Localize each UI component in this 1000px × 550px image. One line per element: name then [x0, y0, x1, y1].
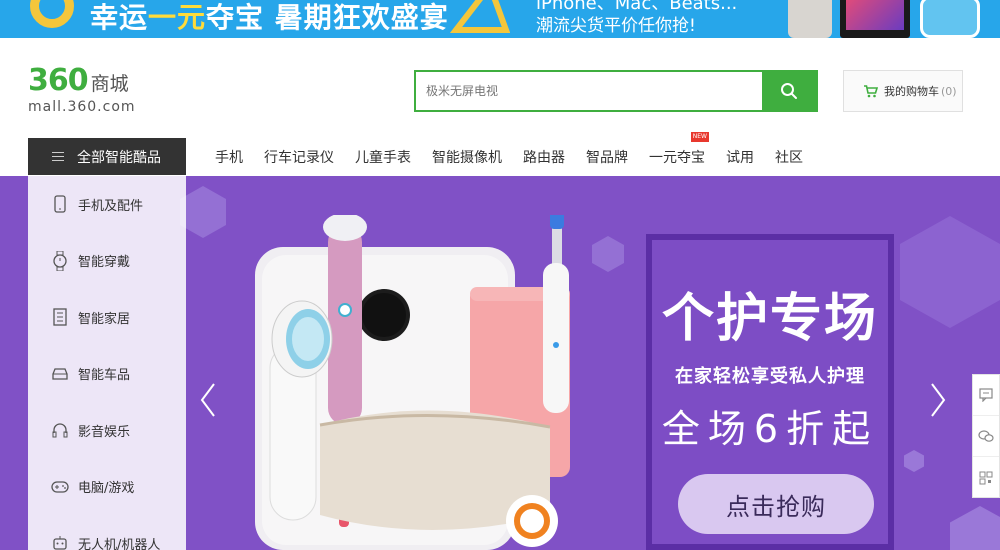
promo-products-image: [780, 0, 1000, 38]
search-input[interactable]: [416, 72, 762, 110]
nav-link-router[interactable]: 路由器: [523, 147, 565, 167]
sidebar-item-smart-home[interactable]: 智能家居: [28, 289, 186, 346]
feedback-icon: [979, 388, 993, 402]
watch-icon: [50, 250, 70, 271]
hexagon-decoration: [950, 506, 1000, 550]
promo-headline-event: 暑期狂欢盛宴: [274, 1, 449, 34]
qr-code-button[interactable]: [973, 457, 999, 498]
nav-link-camera[interactable]: 智能摄像机: [432, 147, 502, 167]
chat-button[interactable]: [973, 416, 999, 457]
promo-discount: 全场6折起: [661, 407, 879, 451]
sidebar-item-label: 智能穿戴: [78, 255, 131, 271]
logo-number: 360: [28, 63, 89, 98]
promo-decoration: [30, 0, 74, 28]
sidebar-item-car[interactable]: 智能车品: [28, 346, 186, 403]
nav-link-trial[interactable]: 试用: [726, 147, 754, 167]
search-button[interactable]: [762, 72, 816, 110]
hexagon-decoration: [900, 216, 1000, 328]
headphones-icon: [50, 420, 70, 440]
sidebar-item-wearables[interactable]: 智能穿戴: [28, 233, 186, 290]
all-categories-button[interactable]: 全部智能酷品: [28, 138, 186, 175]
nav-link-dashcam[interactable]: 行车记录仪: [264, 147, 334, 167]
category-sidebar: 手机及配件 智能穿戴 智能家居 智能车品 影音娱乐 电脑/游戏 无人机/机器人: [28, 176, 186, 550]
site-logo[interactable]: 360 商城 mall.360.com: [28, 63, 148, 116]
menu-icon: [52, 149, 64, 164]
triangle-decoration: [450, 0, 510, 33]
logo-text: 商城: [90, 73, 129, 95]
sidebar-item-label: 影音娱乐: [78, 424, 131, 440]
search-icon: [781, 83, 797, 99]
nav-link-phone[interactable]: 手机: [215, 147, 243, 167]
new-badge: NEW: [690, 131, 709, 142]
promo-title: 个护专场: [661, 289, 878, 349]
sidebar-item-drones[interactable]: 无人机/机器人: [28, 515, 186, 550]
personal-care-products-image: [255, 215, 570, 550]
car-icon: [50, 364, 70, 384]
phone-icon: [50, 194, 70, 214]
sidebar-item-label: 无人机/机器人: [78, 537, 161, 550]
top-promo-banner[interactable]: 幸运一元夺宝 暑期狂欢盛宴 iPhone、Mac、Beats... 潮流尖货平价…: [0, 0, 1000, 38]
nav-link-lucky-draw-label: 一元夺宝: [649, 149, 705, 166]
main-nav: 手机 行车记录仪 儿童手表 智能摄像机 路由器 智品牌 一元夺宝 NEW 试用 社…: [204, 131, 813, 175]
nav-link-lucky-draw[interactable]: 一元夺宝 NEW: [649, 131, 709, 167]
promo-headline-highlight: 一元: [148, 1, 207, 34]
cart-icon: [864, 84, 878, 97]
sidebar-item-av[interactable]: 影音娱乐: [28, 402, 186, 459]
cart-button[interactable]: 我的购物车 (0): [843, 70, 963, 112]
promo-headline-suffix: 夺宝: [206, 1, 265, 34]
sidebar-item-label: 智能家居: [78, 311, 131, 327]
home-icon: [50, 307, 70, 327]
promo-subtitle-2: 潮流尖货平价任你抢!: [536, 16, 696, 36]
carousel-next-arrow[interactable]: [930, 382, 946, 418]
nav-link-community[interactable]: 社区: [775, 147, 803, 167]
cart-count: (0): [941, 84, 957, 98]
logo-url: mall.360.com: [28, 99, 136, 115]
carousel-prev-arrow[interactable]: [200, 382, 216, 418]
sidebar-item-label: 手机及配件: [78, 198, 144, 214]
promo-headline: 幸运一元夺宝 暑期狂欢盛宴: [90, 0, 449, 36]
search-bar: [414, 70, 818, 112]
floating-toolbar: [972, 374, 1000, 498]
buy-now-button[interactable]: 点击抢购: [678, 474, 874, 534]
promo-panel: 个护专场 在家轻松享受私人护理 全场6折起 点击抢购: [646, 234, 894, 550]
sidebar-item-phones[interactable]: 手机及配件: [28, 176, 186, 233]
qr-code-icon: [979, 471, 993, 484]
all-categories-label: 全部智能酷品: [77, 149, 161, 166]
nav-link-smart-brand[interactable]: 智品牌: [586, 147, 628, 167]
robot-icon: [50, 533, 70, 550]
nav-link-kids-watch[interactable]: 儿童手表: [355, 147, 411, 167]
gamepad-icon: [50, 477, 70, 497]
hexagon-decoration: [904, 450, 924, 472]
sidebar-item-label: 电脑/游戏: [78, 481, 135, 497]
promo-headline-prefix: 幸运: [90, 1, 149, 34]
promo-subtitle: 在家轻松享受私人护理: [675, 366, 865, 387]
cart-label: 我的购物车: [884, 85, 939, 98]
hexagon-decoration: [180, 186, 226, 238]
sidebar-item-label: 智能车品: [78, 368, 131, 384]
sidebar-item-pc-games[interactable]: 电脑/游戏: [28, 459, 186, 516]
chat-icon: [978, 430, 994, 442]
feedback-button[interactable]: [973, 375, 999, 416]
